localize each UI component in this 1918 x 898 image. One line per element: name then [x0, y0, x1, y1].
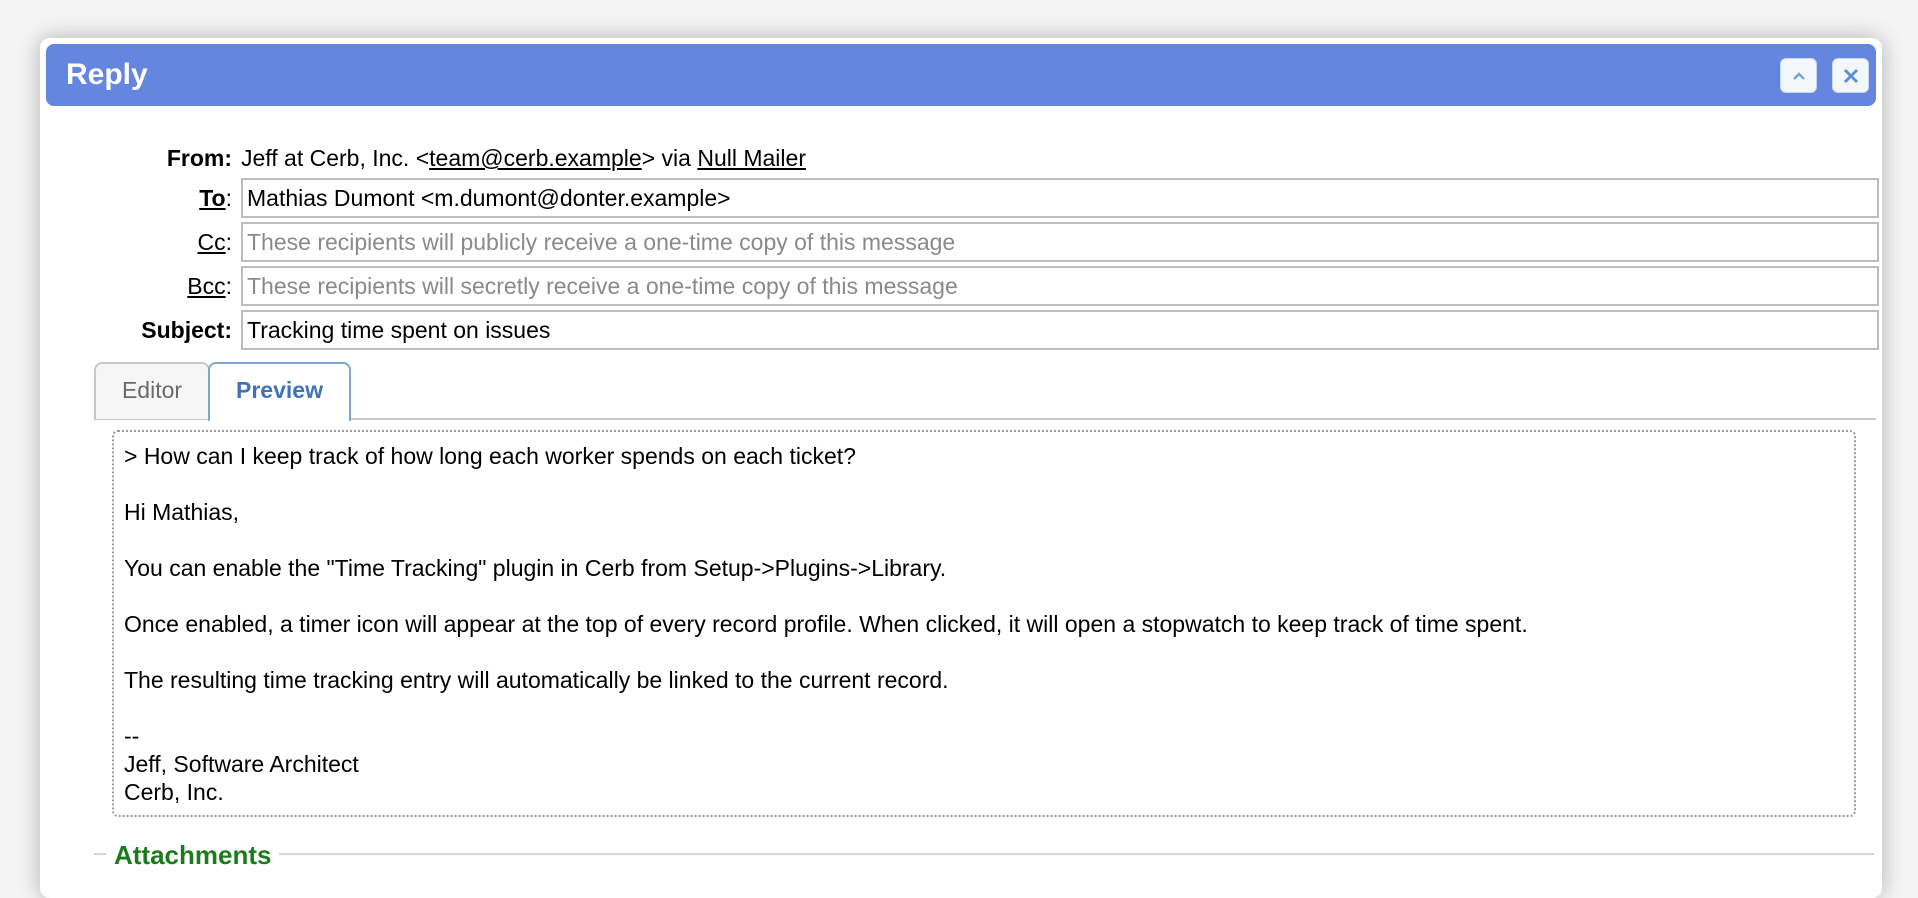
signature-separator: -- — [124, 723, 140, 749]
chevron-up-icon — [1793, 72, 1805, 80]
signature-line: Cerb, Inc. — [124, 779, 224, 805]
tabs-divider — [94, 418, 1876, 420]
reply-dialog: Reply From: Jeff at Cerb, Inc. <team@cer… — [40, 38, 1882, 898]
signature-line: Jeff, Software Architect — [124, 751, 359, 777]
bcc-label-link[interactable]: Bcc — [187, 273, 225, 299]
cc-colon: : — [225, 229, 232, 255]
preview-line: Hi Mathias, — [124, 499, 240, 525]
bcc-colon: : — [225, 273, 232, 299]
dialog-title: Reply — [66, 58, 148, 91]
dialog-titlebar[interactable]: Reply — [46, 44, 1876, 106]
preview-line: You can enable the "Time Tracking" plugi… — [124, 555, 947, 581]
message-preview: > How can I keep track of how long each … — [112, 430, 1856, 817]
tab-editor[interactable]: Editor — [94, 362, 210, 419]
attachments-divider — [94, 853, 1874, 855]
cc-row: Cc: — [40, 222, 232, 262]
collapse-button[interactable] — [1780, 58, 1817, 93]
cc-field[interactable] — [241, 222, 1879, 262]
to-field[interactable] — [241, 178, 1879, 218]
close-button[interactable] — [1832, 58, 1869, 93]
attachments-legend: Attachments — [106, 840, 280, 871]
tab-preview[interactable]: Preview — [208, 362, 351, 421]
from-value: Jeff at Cerb, Inc. <team@cerb.example> v… — [241, 138, 806, 178]
to-row: To: — [40, 178, 232, 218]
from-label: From: — [166, 145, 232, 171]
to-colon: : — [225, 185, 232, 211]
subject-row: Subject: — [40, 310, 232, 350]
preview-line: The resulting time tracking entry will a… — [124, 667, 949, 693]
subject-field[interactable] — [241, 310, 1879, 350]
transport-link[interactable]: Null Mailer — [697, 145, 806, 171]
cc-label-link[interactable]: Cc — [197, 229, 225, 255]
from-name: Jeff at Cerb, Inc. < — [241, 145, 430, 171]
to-label-link[interactable]: To — [199, 185, 225, 211]
from-via: > via — [641, 145, 698, 171]
from-email-link[interactable]: team@cerb.example — [429, 145, 642, 171]
bcc-field[interactable] — [241, 266, 1879, 306]
preview-line: Once enabled, a timer icon will appear a… — [124, 611, 1528, 637]
subject-label: Subject: — [141, 317, 232, 343]
close-icon — [1843, 68, 1859, 84]
quoted-line: > How can I keep track of how long each … — [124, 443, 856, 469]
bcc-row: Bcc: — [40, 266, 232, 306]
from-row: From: — [40, 138, 232, 178]
